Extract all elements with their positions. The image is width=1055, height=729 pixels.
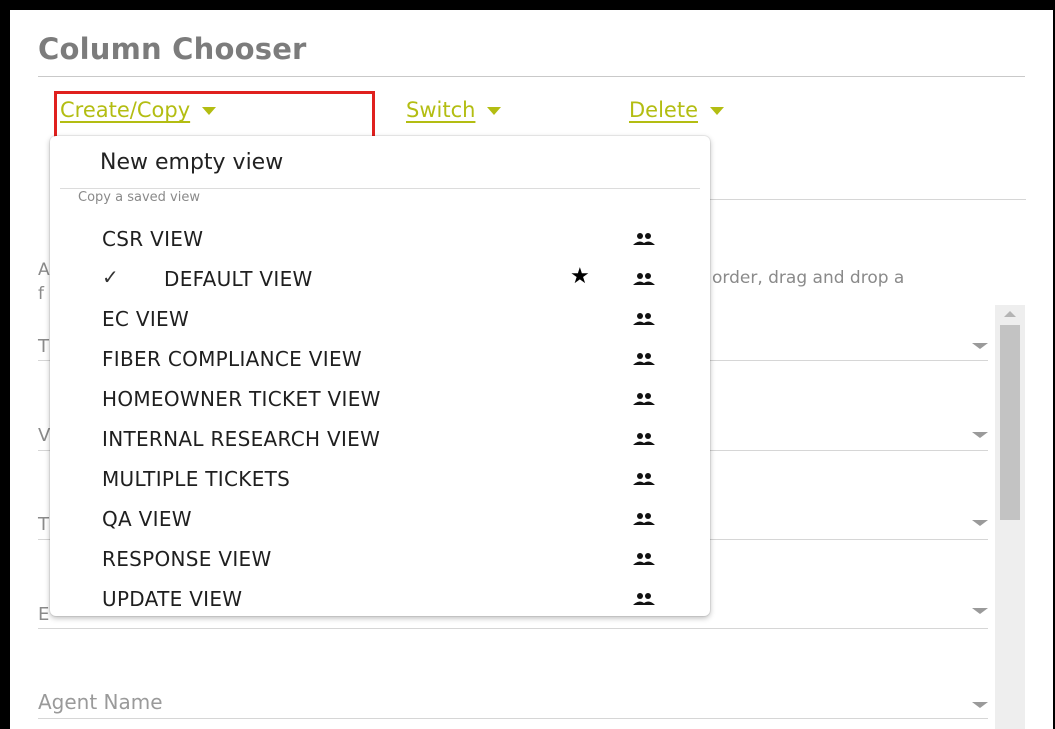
- group-icon: [633, 473, 655, 485]
- hint-text-end: order, drag and drop a: [712, 268, 905, 288]
- scroll-up-icon[interactable]: [1004, 311, 1016, 317]
- create-copy-dropdown: New empty view Copy a saved view CSR VIE…: [50, 136, 710, 616]
- group-icon: [633, 353, 655, 365]
- field-underline: [38, 628, 988, 629]
- caret-down-icon: [710, 107, 724, 115]
- group-icon: [633, 513, 655, 525]
- hint-text-start-line2: f: [38, 284, 44, 304]
- saved-view-label: DEFAULT VIEW: [164, 267, 313, 291]
- field-select-1[interactable]: T: [38, 336, 49, 357]
- group-icon: [633, 393, 655, 405]
- group-icon: [633, 233, 655, 245]
- saved-view-label: FIBER COMPLIANCE VIEW: [102, 347, 362, 371]
- agent-name-field[interactable]: Agent Name: [38, 690, 163, 714]
- column-chooser-panel: Column Chooser Create/Copy Switch Delete…: [10, 10, 1053, 729]
- saved-view-label: QA VIEW: [102, 507, 192, 531]
- field-select-4[interactable]: E: [38, 604, 49, 625]
- chevron-down-icon: [972, 520, 988, 526]
- saved-view-item[interactable]: CSR VIEW: [60, 218, 700, 258]
- saved-view-label: HOMEOWNER TICKET VIEW: [102, 387, 381, 411]
- caret-down-icon: [487, 107, 502, 115]
- scrollbar[interactable]: [995, 305, 1025, 729]
- saved-view-item[interactable]: QA VIEW: [60, 498, 700, 538]
- chevron-down-icon: [972, 702, 988, 708]
- saved-view-label: RESPONSE VIEW: [102, 547, 272, 571]
- saved-view-item[interactable]: HOMEOWNER TICKET VIEW: [60, 378, 700, 418]
- delete-label: Delete: [629, 98, 698, 122]
- group-icon: [633, 433, 655, 445]
- title-divider: [38, 76, 1025, 77]
- field-select-3[interactable]: T: [38, 514, 49, 535]
- field-underline: [38, 718, 988, 719]
- saved-view-item[interactable]: FIBER COMPLIANCE VIEW: [60, 338, 700, 378]
- checkmark-icon: ✓: [102, 265, 119, 289]
- group-icon: [633, 313, 655, 325]
- chevron-down-icon: [972, 608, 988, 614]
- saved-view-item[interactable]: UPDATE VIEW: [60, 578, 700, 618]
- delete-menu-button[interactable]: Delete: [629, 98, 724, 122]
- chevron-down-icon: [972, 343, 988, 349]
- field-select-2[interactable]: V: [38, 425, 50, 446]
- saved-view-label: EC VIEW: [102, 307, 190, 331]
- saved-view-item[interactable]: EC VIEW: [60, 298, 700, 338]
- switch-menu-button[interactable]: Switch: [406, 98, 502, 122]
- new-empty-view-item[interactable]: New empty view: [100, 150, 283, 175]
- saved-view-label: UPDATE VIEW: [102, 587, 243, 611]
- saved-view-label: CSR VIEW: [102, 227, 204, 251]
- panel-title: Column Chooser: [38, 32, 307, 66]
- saved-view-label: MULTIPLE TICKETS: [102, 467, 291, 491]
- scrollbar-thumb[interactable]: [1000, 325, 1020, 520]
- group-icon: [633, 553, 655, 565]
- saved-view-item[interactable]: RESPONSE VIEW: [60, 538, 700, 578]
- saved-view-item[interactable]: MULTIPLE TICKETS: [60, 458, 700, 498]
- dropdown-section-label: Copy a saved view: [78, 190, 200, 205]
- chevron-down-icon: [972, 432, 988, 438]
- group-icon: [633, 593, 655, 605]
- saved-view-label: INTERNAL RESEARCH VIEW: [102, 427, 381, 451]
- group-icon: [633, 273, 655, 285]
- section-divider: [700, 199, 1026, 200]
- highlight-box: [54, 91, 375, 141]
- saved-view-item[interactable]: ✓ DEFAULT VIEW ★: [60, 258, 700, 298]
- hint-text-start: A: [38, 260, 50, 280]
- dropdown-divider: [60, 188, 700, 189]
- saved-view-item[interactable]: INTERNAL RESEARCH VIEW: [60, 418, 700, 458]
- star-icon: ★: [570, 264, 590, 289]
- switch-label: Switch: [406, 98, 476, 122]
